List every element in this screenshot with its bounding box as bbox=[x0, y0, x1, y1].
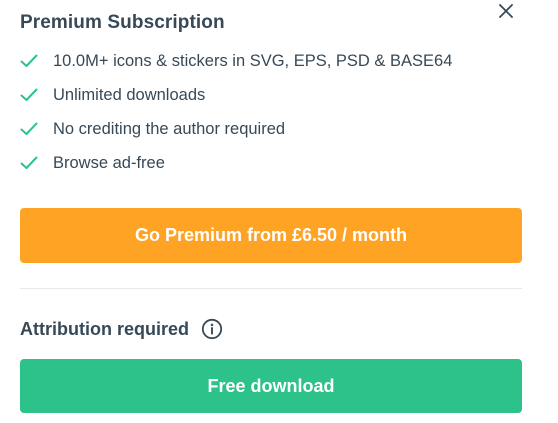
divider bbox=[20, 288, 522, 289]
check-icon bbox=[20, 122, 38, 135]
attribution-header: Attribution required bbox=[20, 318, 223, 340]
feature-list: 10.0M+ icons & stickers in SVG, EPS, PSD… bbox=[20, 44, 452, 180]
check-icon bbox=[20, 88, 38, 101]
check-icon bbox=[20, 54, 38, 67]
info-icon[interactable] bbox=[201, 318, 223, 340]
free-download-button[interactable]: Free download bbox=[20, 359, 522, 413]
feature-label: Browse ad-free bbox=[53, 153, 165, 172]
feature-label: 10.0M+ icons & stickers in SVG, EPS, PSD… bbox=[53, 51, 453, 70]
attribution-title: Attribution required bbox=[20, 318, 189, 339]
feature-item: 10.0M+ icons & stickers in SVG, EPS, PSD… bbox=[20, 44, 452, 78]
check-icon bbox=[20, 156, 38, 169]
feature-item: No crediting the author required bbox=[20, 112, 452, 146]
close-icon[interactable] bbox=[496, 1, 516, 21]
feature-item: Unlimited downloads bbox=[20, 78, 452, 112]
feature-item: Browse ad-free bbox=[20, 146, 452, 180]
premium-title: Premium Subscription bbox=[20, 12, 225, 33]
premium-subscription-panel: Premium Subscription 10.0M+ icons & stic… bbox=[0, 0, 558, 423]
feature-label: No crediting the author required bbox=[53, 119, 286, 138]
feature-label: Unlimited downloads bbox=[53, 85, 206, 104]
go-premium-button[interactable]: Go Premium from £6.50 / month bbox=[20, 208, 522, 263]
